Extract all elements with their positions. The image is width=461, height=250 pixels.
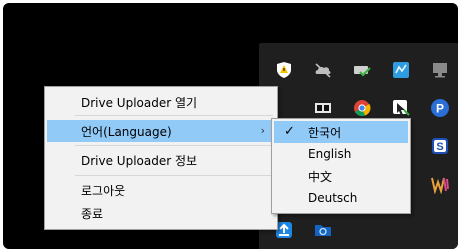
p-app-icon[interactable]: P xyxy=(429,97,451,119)
language-option-label: 한국어 xyxy=(308,125,342,140)
chrome-icon[interactable] xyxy=(351,97,373,119)
menu-item-logout[interactable]: 로그아웃 xyxy=(47,179,275,201)
language-submenu: ✓ 한국어 English 中文 Deutsch xyxy=(271,118,411,214)
language-option-german[interactable]: Deutsch xyxy=(274,187,408,209)
menu-item-open[interactable]: Drive Uploader 열기 xyxy=(47,91,275,113)
language-option-label: Deutsch xyxy=(308,191,358,205)
menu-separator xyxy=(75,115,273,116)
menu-item-label: Drive Uploader 정보 xyxy=(81,153,198,168)
s-app-icon[interactable]: S xyxy=(429,135,451,157)
language-option-label: 中文 xyxy=(308,169,333,184)
menu-item-label: 언어(Language) xyxy=(81,124,172,139)
language-option-english[interactable]: English xyxy=(274,143,408,165)
w-app-icon[interactable] xyxy=(429,173,451,195)
context-menu: Drive Uploader 열기 언어(Language) › Drive U… xyxy=(44,86,278,230)
menu-item-language[interactable]: 언어(Language) › xyxy=(47,120,275,142)
svg-text:S: S xyxy=(436,141,443,153)
menu-separator xyxy=(75,175,273,176)
folder-sync-icon[interactable] xyxy=(312,219,334,241)
language-option-label: English xyxy=(308,147,352,161)
onedrive-offline-icon[interactable] xyxy=(312,59,334,81)
windows-security-icon[interactable] xyxy=(273,59,295,81)
network-check-icon[interactable] xyxy=(351,59,373,81)
menu-item-about[interactable]: Drive Uploader 정보 xyxy=(47,149,275,171)
dolby-icon[interactable] xyxy=(312,97,334,119)
audio-app-icon[interactable] xyxy=(390,59,412,81)
app-cursor-icon[interactable] xyxy=(390,97,412,119)
language-option-korean[interactable]: ✓ 한국어 xyxy=(274,121,408,143)
svg-text:P: P xyxy=(436,102,444,116)
menu-separator xyxy=(75,145,273,146)
language-option-chinese[interactable]: 中文 xyxy=(274,165,408,187)
menu-item-exit[interactable]: 종료 xyxy=(47,202,275,224)
menu-item-label: Drive Uploader 열기 xyxy=(81,95,198,110)
monitor-icon[interactable] xyxy=(429,59,451,81)
menu-item-label: 로그아웃 xyxy=(81,183,126,198)
chevron-right-icon: › xyxy=(260,124,265,137)
menu-item-label: 종료 xyxy=(81,206,104,221)
checkmark-icon: ✓ xyxy=(284,124,295,139)
